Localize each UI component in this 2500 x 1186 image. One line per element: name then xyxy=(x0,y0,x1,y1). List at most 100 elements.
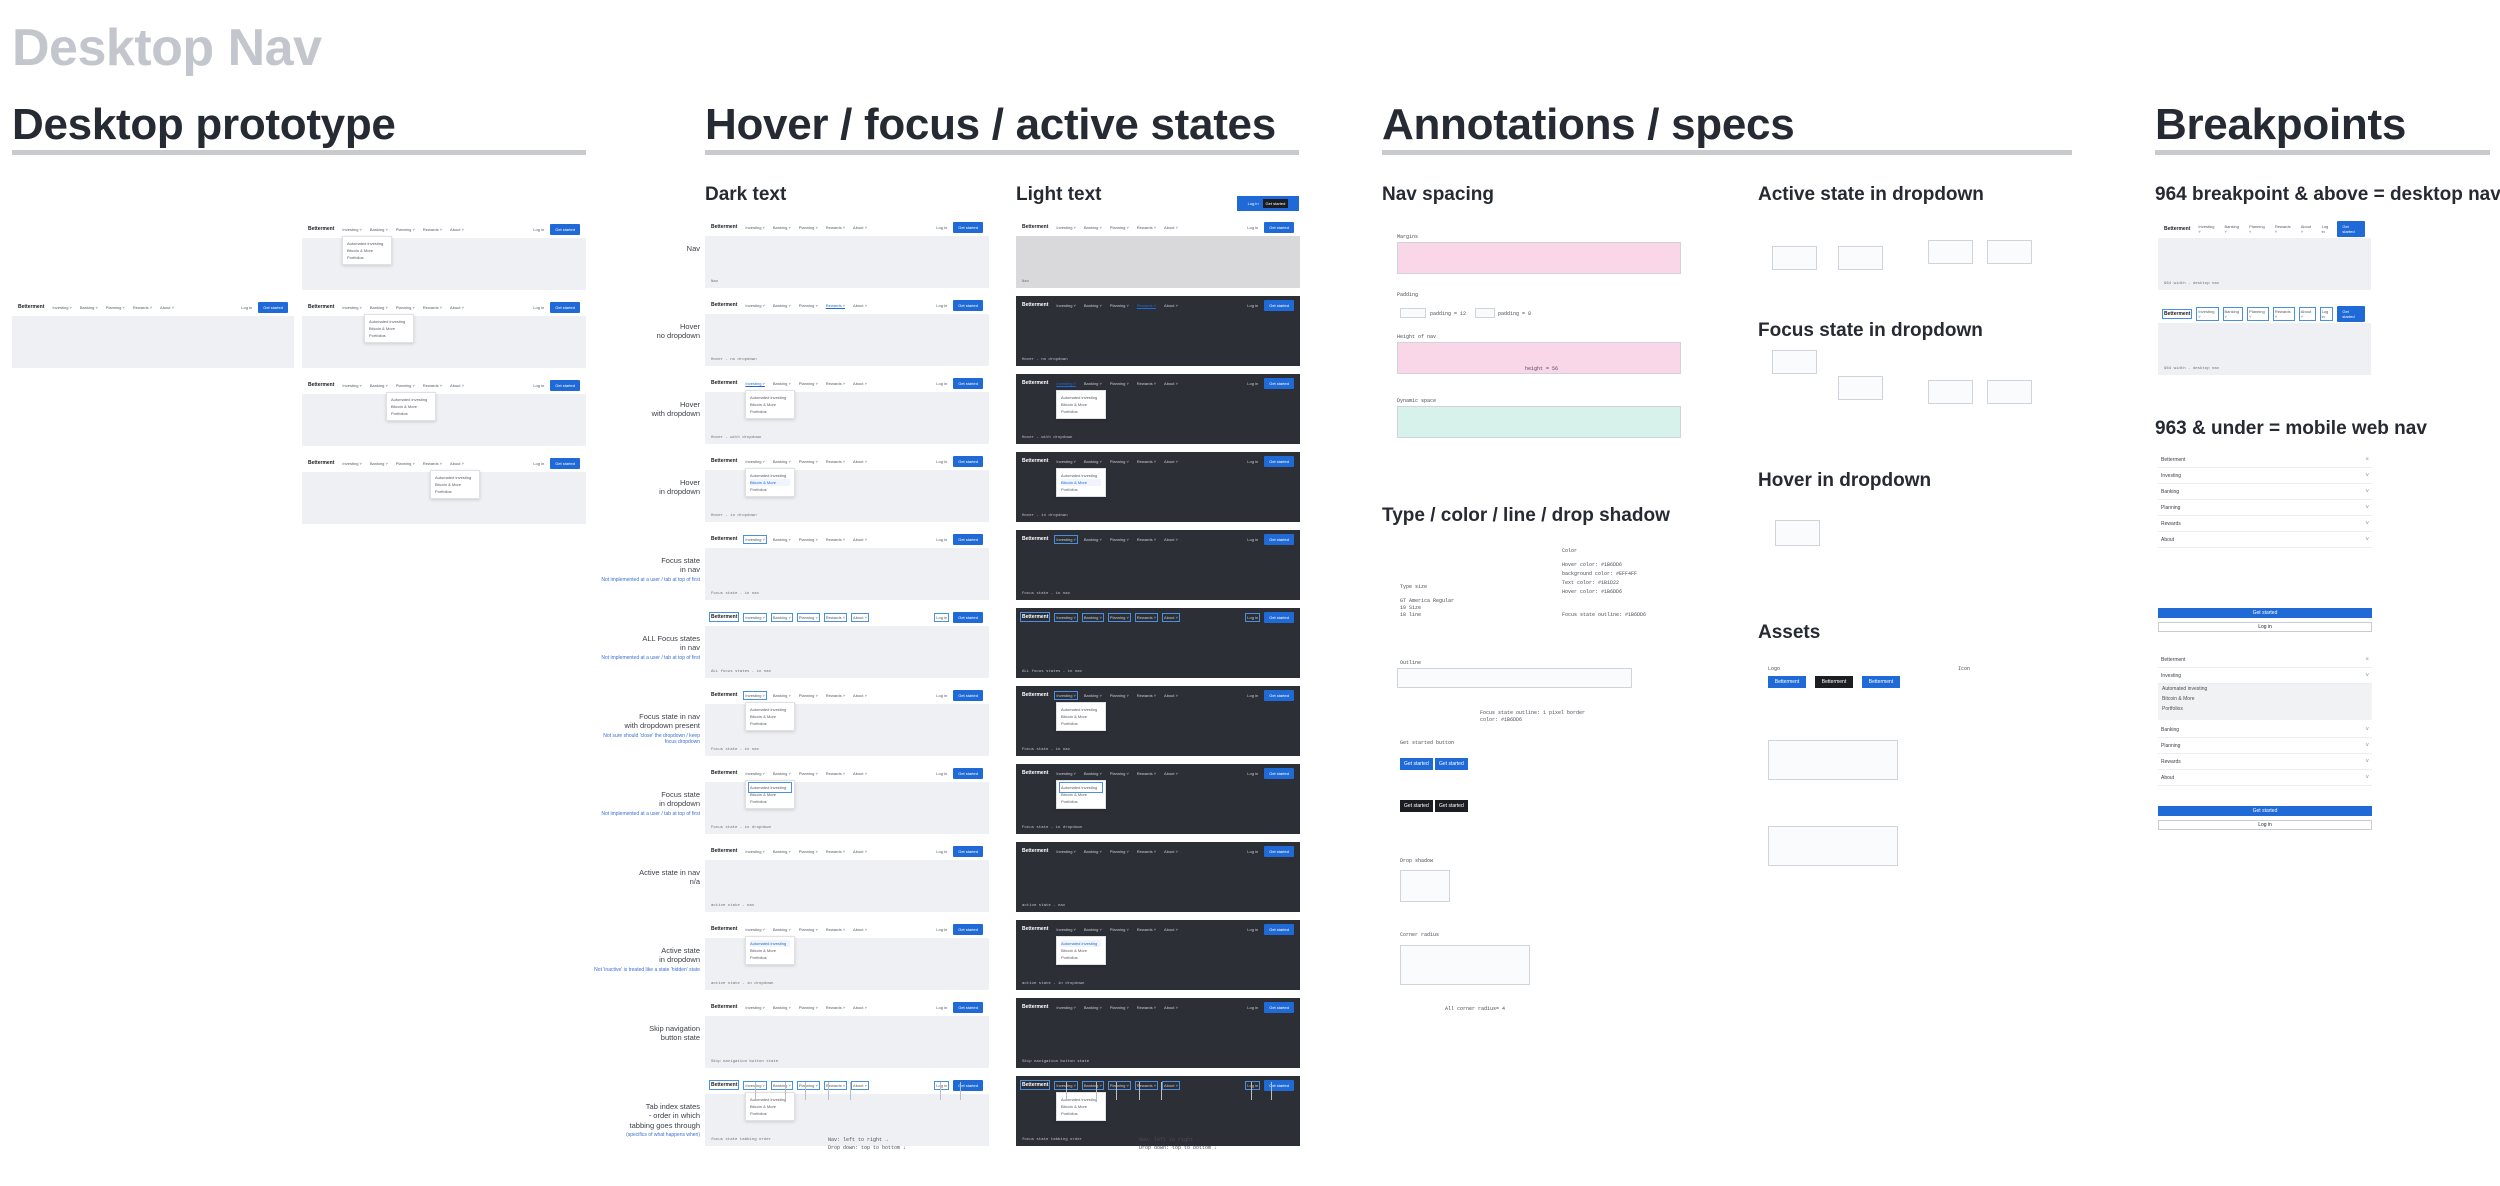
nav-item-rewards[interactable]: Rewards ˅ xyxy=(2275,224,2293,234)
nav-logo[interactable]: Betterment xyxy=(711,1004,737,1010)
get-started-button[interactable]: Get started xyxy=(953,689,983,701)
nav-item-about[interactable]: About ˅ xyxy=(450,305,464,310)
nav-item-about[interactable]: About ˅ xyxy=(853,303,867,308)
nav-item-planning[interactable]: Planning ˅ xyxy=(799,459,818,464)
nav-item-banking[interactable]: Banking ˅ xyxy=(370,383,388,388)
nav-logo[interactable]: Betterment xyxy=(1022,1004,1048,1010)
nav-item-planning[interactable]: Planning ˅ xyxy=(1110,693,1129,698)
nav-item-rewards[interactable]: Rewards ˅ xyxy=(826,303,845,308)
nav-item-rewards[interactable]: Rewards ˅ xyxy=(1137,459,1156,464)
get-started-button[interactable]: Get started xyxy=(550,301,580,313)
nav-item-banking[interactable]: Banking ˅ xyxy=(773,849,791,854)
login-link[interactable]: Log in xyxy=(1247,849,1258,854)
get-started-button[interactable]: Get started xyxy=(258,301,288,313)
dropdown-item[interactable]: Bitcoin & More xyxy=(1061,401,1101,408)
mobile-nav-row[interactable]: Banking ˅ xyxy=(2158,722,2372,738)
dropdown-item[interactable]: Bitcoin & More xyxy=(1061,947,1101,954)
nav-item-planning[interactable]: Planning ˅ xyxy=(1110,849,1129,854)
mobile-nav-row[interactable]: Banking ˅ xyxy=(2158,484,2372,500)
nav-item-about[interactable]: About ˅ xyxy=(853,849,867,854)
nav-item-investing[interactable]: Investing ˅ xyxy=(1056,225,1075,230)
nav-item-about[interactable]: About ˅ xyxy=(853,693,867,698)
mobile-nav-row[interactable]: Investing ˅ xyxy=(2158,668,2372,684)
login-link[interactable]: Log in xyxy=(936,849,947,854)
nav-item-rewards[interactable]: Rewards ˅ xyxy=(826,537,845,542)
nav-item-planning[interactable]: Planning ˅ xyxy=(106,305,125,310)
nav-logo[interactable]: Betterment xyxy=(1022,224,1048,230)
nav-item-about[interactable]: About ˅ xyxy=(450,227,464,232)
get-started-button[interactable]: Get started xyxy=(1264,299,1294,311)
dropdown-item[interactable]: Automated investing xyxy=(1061,472,1101,479)
nav-item-planning[interactable]: Planning ˅ xyxy=(1110,381,1129,386)
get-started-button[interactable]: Get started xyxy=(1264,767,1294,779)
login-link[interactable]: Log in xyxy=(1247,381,1258,386)
nav-item-planning[interactable]: Planning ˅ xyxy=(1110,771,1129,776)
nav-item-banking[interactable]: Banking ˅ xyxy=(370,461,388,466)
nav-item-planning[interactable]: Planning ˅ xyxy=(799,849,818,854)
nav-logo[interactable]: Betterment xyxy=(708,1080,740,1090)
mobile-expanded-item[interactable]: Automated investing xyxy=(2158,684,2372,694)
login-link[interactable]: Log in xyxy=(1247,1005,1258,1010)
login-link[interactable]: Log in xyxy=(1245,1080,1261,1090)
login-link[interactable]: Log in xyxy=(1247,459,1258,464)
nav-item-planning[interactable]: Planning ˅ xyxy=(396,227,415,232)
nav-item-planning[interactable]: Planning ˅ xyxy=(396,305,415,310)
nav-logo[interactable]: Betterment xyxy=(711,224,737,230)
dropdown-item[interactable]: Bitcoin & More xyxy=(750,791,790,798)
nav-item-banking[interactable]: Banking ˅ xyxy=(773,693,791,698)
nav-item-banking[interactable]: Banking ˅ xyxy=(1084,381,1102,386)
dropdown-item[interactable]: Portfolios xyxy=(750,408,790,415)
dropdown-item[interactable]: Portfolios xyxy=(1061,954,1101,961)
get-started-button[interactable]: Get started xyxy=(1264,1001,1294,1013)
nav-item-banking[interactable]: Banking ˅ xyxy=(80,305,98,310)
dropdown-item[interactable]: Portfolios xyxy=(750,486,790,493)
nav-item-planning[interactable]: Planning ˅ xyxy=(799,225,818,230)
nav-item-about[interactable]: About ˅ xyxy=(1164,303,1178,308)
nav-item-rewards[interactable]: Rewards ˅ xyxy=(1137,537,1156,542)
dropdown-item[interactable]: Automated investing xyxy=(347,240,387,247)
nav-item-investing[interactable]: Investing ˅ xyxy=(745,927,764,932)
nav-item-banking[interactable]: Banking ˅ xyxy=(1084,771,1102,776)
mobile-nav-row[interactable]: Rewards ˅ xyxy=(2158,516,2372,532)
nav-item-rewards[interactable]: Rewards ˅ xyxy=(826,771,845,776)
nav-item-about[interactable]: About ˅ xyxy=(1164,459,1178,464)
nav-logo[interactable]: Betterment xyxy=(711,458,737,464)
nav-item-investing[interactable]: Investing ˅ xyxy=(743,612,767,622)
dropdown-item[interactable]: Automated investing xyxy=(750,394,790,401)
nav-item-rewards[interactable]: Rewards ˅ xyxy=(2272,307,2295,321)
nav-item-planning[interactable]: Planning ˅ xyxy=(1110,303,1129,308)
get-started-button[interactable]: Get started xyxy=(1264,923,1294,935)
dropdown-item[interactable]: Portfolios xyxy=(750,954,790,961)
nav-item-about[interactable]: About ˅ xyxy=(853,771,867,776)
login-link[interactable]: Log in xyxy=(936,303,947,308)
get-started-button[interactable]: Get started xyxy=(953,1079,983,1091)
get-started-button[interactable]: Get started xyxy=(953,221,983,233)
get-started-sample[interactable]: Get started xyxy=(1435,758,1468,770)
dropdown-item[interactable]: Portfolios xyxy=(1061,408,1101,415)
nav-item-about[interactable]: About ˅ xyxy=(450,383,464,388)
nav-item-investing[interactable]: Investing ˅ xyxy=(745,459,764,464)
login-link[interactable]: Log in xyxy=(1247,927,1258,932)
nav-logo[interactable]: Betterment xyxy=(711,770,737,776)
dropdown-item[interactable]: Bitcoin & More xyxy=(1061,479,1101,486)
nav-item-investing[interactable]: Investing ˅ xyxy=(1056,459,1075,464)
get-started-button[interactable]: Get started xyxy=(953,767,983,779)
nav-item-planning[interactable]: Planning ˅ xyxy=(2249,224,2267,234)
nav-item-about[interactable]: About ˅ xyxy=(2298,307,2316,321)
nav-item-rewards[interactable]: Rewards ˅ xyxy=(826,459,845,464)
nav-item-banking[interactable]: Banking ˅ xyxy=(1084,1005,1102,1010)
login-link[interactable]: Log in xyxy=(1247,771,1258,776)
nav-item-planning[interactable]: Planning ˅ xyxy=(799,693,818,698)
nav-item-rewards[interactable]: Rewards ˅ xyxy=(1134,612,1159,622)
nav-item-investing[interactable]: Investing ˅ xyxy=(1056,381,1075,386)
get-started-button[interactable]: Get started xyxy=(1264,533,1294,545)
mobile-login[interactable]: Log in xyxy=(2158,622,2372,632)
login-link[interactable]: Log in xyxy=(1247,303,1258,308)
nav-item-planning[interactable]: Planning ˅ xyxy=(1110,537,1129,542)
login-link[interactable]: Log in xyxy=(533,461,544,466)
nav-item-investing[interactable]: Investing ˅ xyxy=(52,305,71,310)
dropdown-item[interactable]: Portfolios xyxy=(1061,1110,1101,1117)
dropdown-item[interactable]: Automated investing xyxy=(435,474,475,481)
nav-item-planning[interactable]: Planning ˅ xyxy=(799,771,818,776)
get-started-button[interactable]: Get started xyxy=(1264,1079,1294,1091)
